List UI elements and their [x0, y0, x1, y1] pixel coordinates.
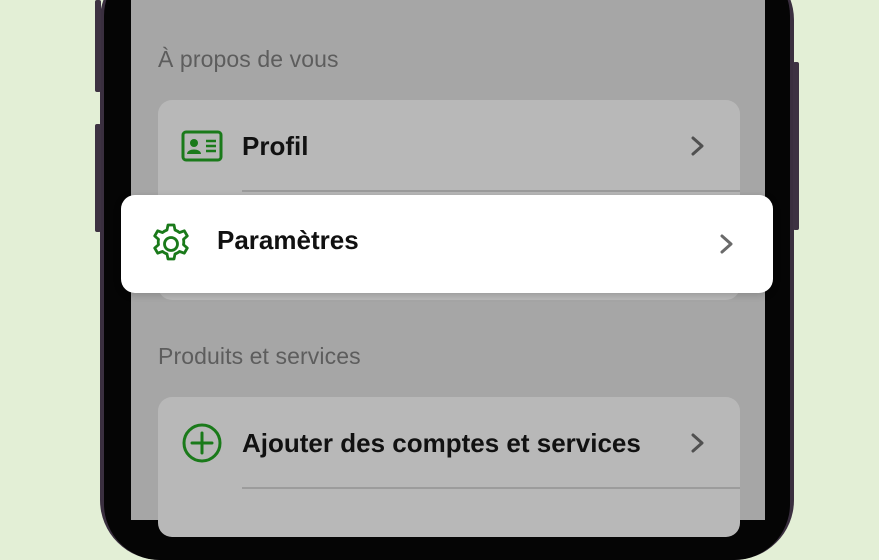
settings-label: Paramètres	[217, 225, 359, 255]
chevron-right-icon	[719, 233, 735, 255]
chevron-right-icon	[690, 432, 706, 454]
phone-side-button-left-1	[95, 0, 101, 92]
chevron-right-icon	[690, 135, 706, 157]
add-accounts-label: Ajouter des comptes et services	[242, 427, 641, 458]
phone-side-button-right	[793, 62, 799, 230]
plus-circle-icon	[180, 421, 224, 465]
phone-side-button-left-2	[95, 124, 101, 232]
row-divider	[242, 487, 740, 489]
settings-row[interactable]: Paramètres	[121, 195, 773, 293]
gear-icon	[149, 222, 193, 266]
products-card: Ajouter des comptes et services	[158, 397, 740, 537]
section-header-products: Produits et services	[158, 343, 361, 369]
id-card-icon	[180, 124, 224, 168]
profile-label: Profil	[242, 130, 309, 161]
add-accounts-row[interactable]: Ajouter des comptes et services	[158, 397, 740, 489]
section-header-about: À propos de vous	[158, 46, 339, 72]
profile-row[interactable]: Profil	[158, 100, 740, 192]
row-divider	[242, 190, 740, 192]
